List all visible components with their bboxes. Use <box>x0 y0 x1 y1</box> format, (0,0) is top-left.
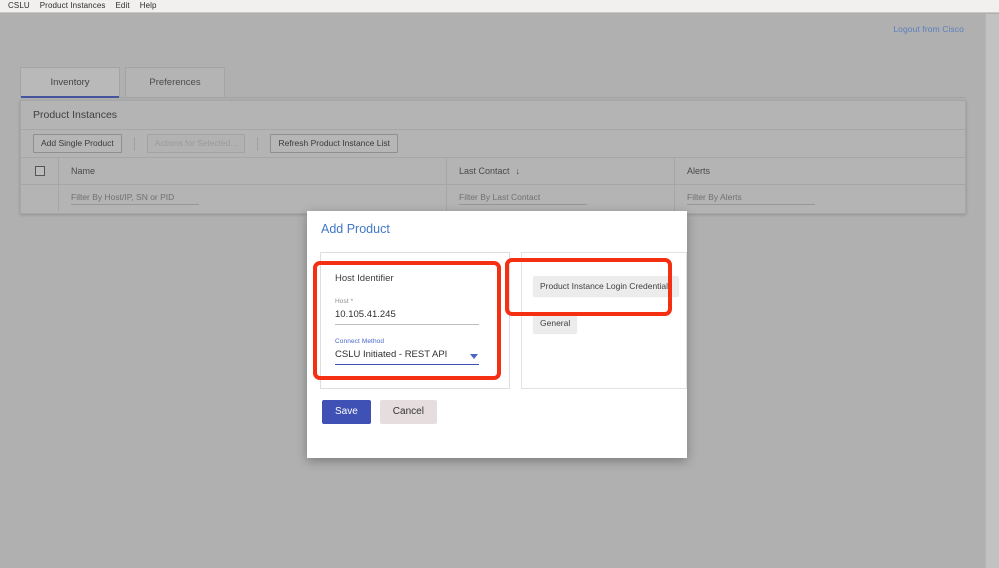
chevron-down-icon <box>470 354 478 359</box>
filter-cell-alerts: Filter By Alerts <box>675 185 965 211</box>
host-identifier-heading: Host Identifier <box>335 273 394 284</box>
host-field: Host * 10.105.41.245 <box>335 298 479 325</box>
sort-descending-icon: ↓ <box>515 165 521 176</box>
menu-bar: CSLU Product Instances Edit Help <box>0 0 999 13</box>
general-button[interactable]: General <box>533 313 578 333</box>
tab-inventory[interactable]: Inventory <box>20 67 120 98</box>
tab-inventory-label: Inventory <box>50 77 90 88</box>
page-scrollbar[interactable] <box>985 14 999 568</box>
application-window: CSLU Product Instances Edit Help Logout … <box>0 0 999 568</box>
column-header-name[interactable]: Name <box>59 158 447 184</box>
menu-item-edit[interactable]: Edit <box>111 0 135 12</box>
panel-title: Product Instances <box>21 101 965 130</box>
menu-item-cslu[interactable]: CSLU <box>3 0 35 12</box>
dialog-form-area: Host Identifier Host * 10.105.41.245 Con… <box>320 252 687 392</box>
refresh-product-instance-list-button[interactable]: Refresh Product Instance List <box>270 134 398 153</box>
add-single-product-button[interactable]: Add Single Product <box>33 134 122 153</box>
tab-bar: Inventory Preferences <box>20 54 966 98</box>
tab-preferences[interactable]: Preferences <box>125 67 225 97</box>
filter-spacer-cell <box>21 185 59 211</box>
column-header-last-contact-label: Last Contact <box>459 166 510 176</box>
menu-item-product-instances[interactable]: Product Instances <box>35 0 111 12</box>
dialog-actions: Save Cancel <box>322 400 437 424</box>
filter-input-last-contact[interactable]: Filter By Last Contact <box>459 192 587 205</box>
filter-cell-name: Filter By Host/IP, SN or PID <box>59 185 447 211</box>
column-header-alerts-label: Alerts <box>687 166 711 176</box>
column-header-name-label: Name <box>71 166 96 176</box>
toolbar-divider <box>257 136 259 151</box>
toolbar-divider <box>133 136 135 151</box>
tab-preferences-label: Preferences <box>149 77 201 88</box>
host-input[interactable]: 10.105.41.245 <box>335 309 479 325</box>
column-header-alerts[interactable]: Alerts <box>675 158 965 184</box>
save-button[interactable]: Save <box>322 400 371 424</box>
dialog-side-panel: Product Instance Login Credentials Gener… <box>521 252 687 389</box>
filter-cell-last-contact: Filter By Last Contact <box>447 185 675 211</box>
menu-item-help[interactable]: Help <box>135 0 162 12</box>
logout-link[interactable]: Logout from Cisco <box>893 24 964 34</box>
host-identifier-section: Host Identifier Host * 10.105.41.245 Con… <box>320 252 510 389</box>
connect-method-selected-value: CSLU Initiated - REST API <box>335 349 448 360</box>
actions-for-selected-button[interactable]: Actions for Selected... <box>146 134 246 153</box>
connect-method-field: Connect Method CSLU Initiated - REST API <box>335 338 479 365</box>
connect-method-label: Connect Method <box>335 338 385 345</box>
column-header-last-contact[interactable]: Last Contact ↓ <box>447 158 675 184</box>
cancel-button[interactable]: Cancel <box>379 400 437 424</box>
add-product-dialog: Add Product Host Identifier Host * 10.10… <box>307 211 687 458</box>
host-field-label: Host * <box>335 298 354 305</box>
panel-toolbar: Add Single Product Actions for Selected.… <box>21 130 965 158</box>
connect-method-select[interactable]: CSLU Initiated - REST API <box>335 349 479 365</box>
product-instances-panel: Product Instances Add Single Product Act… <box>20 100 966 214</box>
select-all-header-cell <box>21 158 59 184</box>
table-filter-row: Filter By Host/IP, SN or PID Filter By L… <box>21 185 965 211</box>
table-header-row: Name Last Contact ↓ Alerts <box>21 158 965 185</box>
filter-input-name[interactable]: Filter By Host/IP, SN or PID <box>71 192 199 205</box>
select-all-checkbox[interactable] <box>34 166 45 176</box>
dialog-title: Add Product <box>321 222 390 236</box>
product-instance-login-credentials-button[interactable]: Product Instance Login Credentials <box>533 276 680 296</box>
filter-input-alerts[interactable]: Filter By Alerts <box>687 192 815 205</box>
